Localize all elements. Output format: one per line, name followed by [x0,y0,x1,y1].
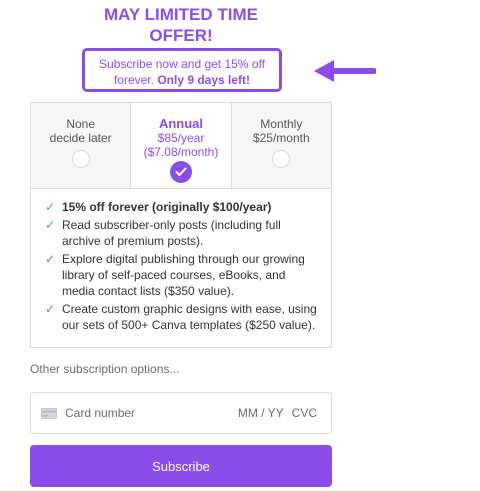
card-cvc-field[interactable]: CVC [292,406,317,420]
promo-title-line2: OFFER! [149,26,213,45]
other-options-link[interactable]: Other subscription options... [30,362,179,376]
list-item: ✓ Read subscriber-only posts (including … [45,217,317,249]
list-item: ✓ Explore digital publishing through our… [45,251,317,299]
plan-radio-annual[interactable] [169,161,192,183]
checkmark-icon [175,167,187,176]
check-icon: ✓ [45,302,56,316]
plan-name: None [66,117,95,131]
promo-title: MAY LIMITED TIME OFFER! [30,4,332,46]
plan-radio-none[interactable] [71,150,90,168]
feature-text: Explore digital publishing through our g… [62,252,305,298]
check-icon: ✓ [45,252,56,266]
card-number-field[interactable]: Card number [65,406,238,420]
plan-option-none[interactable]: None decide later [31,103,130,188]
plan-name: Annual [158,116,204,131]
card-input[interactable]: Card number MM / YY CVC [30,392,332,434]
plan-price: $85/year [157,131,205,145]
plan-price: $25/month [252,131,310,145]
check-icon: ✓ [45,200,56,214]
feature-text: 15% off forever (originally $100/year) [62,200,272,214]
plan-radio-monthly[interactable] [272,150,291,168]
plan-price: decide later [49,131,112,145]
list-item: ✓ Create custom graphic designs with eas… [45,301,317,333]
plan-option-monthly[interactable]: Monthly $25/month [232,103,331,188]
credit-card-icon [41,407,57,419]
plan-name: Monthly [260,117,303,131]
check-icon: ✓ [45,218,56,232]
offer-box: Subscribe now and get 15% off forever. O… [82,48,282,92]
plan-selector: None decide later Annual $85/year ($7.08… [30,102,332,188]
offer-emphasis: Only 9 days left! [157,73,251,87]
promo-title-line1: MAY LIMITED TIME [104,5,258,24]
subscribe-button[interactable]: Subscribe [30,445,332,487]
arrow-left-icon [314,60,376,82]
feature-text: Create custom graphic designs with ease,… [62,302,317,332]
list-item: ✓ 15% off forever (originally $100/year) [45,199,317,215]
plan-subprice: ($7.08/month) [143,145,219,159]
feature-list: ✓ 15% off forever (originally $100/year)… [30,188,332,348]
feature-text: Read subscriber-only posts (including fu… [62,218,281,248]
card-expiry-field[interactable]: MM / YY [238,406,284,420]
plan-option-annual[interactable]: Annual $85/year ($7.08/month) [130,103,232,188]
